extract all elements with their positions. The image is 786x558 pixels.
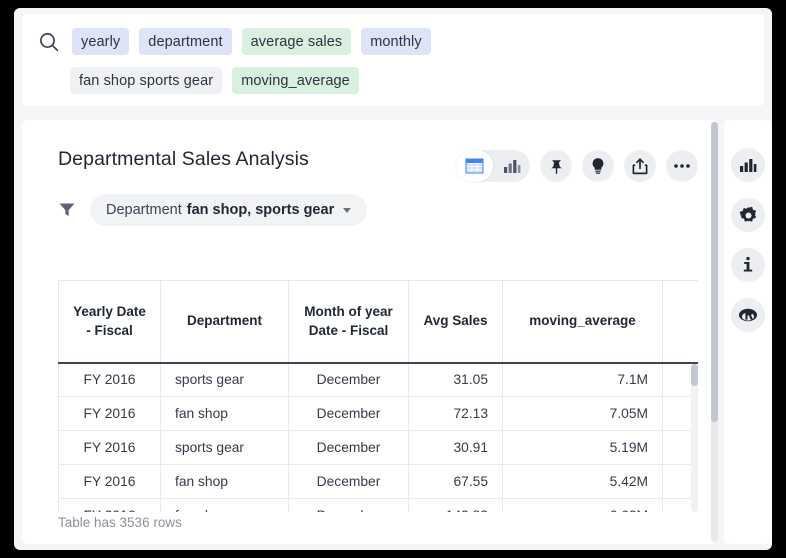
cell-month: December: [289, 363, 409, 397]
chevron-down-icon[interactable]: [343, 208, 351, 213]
filter-field-label: Department: [106, 202, 182, 218]
cell-department: fan shop: [161, 499, 289, 513]
column-header-department[interactable]: Department: [161, 281, 289, 363]
filter-pill-department[interactable]: Department fan shop, sports gear: [90, 194, 367, 226]
search-tag[interactable]: moving_average: [232, 67, 359, 94]
cell-moving-average: 7.1M: [503, 363, 663, 397]
search-tag-row-2: fan shop sports gear moving_average: [38, 67, 748, 94]
cell-moving-average: 5.42M: [503, 465, 663, 499]
cell-avg-sales: 143.83: [409, 499, 503, 513]
cell-month: December: [289, 465, 409, 499]
bar-chart-view-icon[interactable]: [493, 150, 530, 182]
column-header-avg-sales[interactable]: Avg Sales: [409, 281, 503, 363]
card-header: Departmental Sales Analysis: [22, 120, 716, 182]
card-toolbar: [456, 150, 698, 182]
filter-row: Department fan shop, sports gear: [22, 182, 716, 226]
page-scrollbar-thumb[interactable]: [711, 122, 718, 422]
cell-yearly-date: FY 2016: [59, 431, 161, 465]
gear-icon[interactable]: [731, 198, 765, 232]
table-row[interactable]: FY 2016 sports gear December 30.91 5.19M: [59, 431, 699, 465]
cell-month: December: [289, 397, 409, 431]
cell-moving-average: 7.05M: [503, 397, 663, 431]
share-icon[interactable]: [624, 150, 656, 182]
more-options-icon[interactable]: [666, 150, 698, 182]
column-header-month-of-year-date-fiscal[interactable]: Month of year Date - Fiscal: [289, 281, 409, 363]
app-screen: yearly department average sales monthly …: [14, 8, 772, 550]
cell-yearly-date: FY 2016: [59, 397, 161, 431]
column-header-blank[interactable]: [663, 281, 699, 363]
column-header-yearly-date-fiscal[interactable]: Yearly Date - Fiscal: [59, 281, 161, 363]
table-row[interactable]: FY 2016 sports gear December 31.05 7.1M: [59, 363, 699, 397]
view-toggle-group[interactable]: [456, 150, 530, 182]
table-row[interactable]: FY 2016 fan shop December 72.13 7.05M: [59, 397, 699, 431]
table-row-count: Table has 3536 rows: [58, 515, 182, 530]
search-tag[interactable]: average sales: [242, 28, 352, 55]
cell-moving-average: 6.62M: [503, 499, 663, 513]
column-header-moving-average[interactable]: moving_average: [503, 281, 663, 363]
cell-avg-sales: 67.55: [409, 465, 503, 499]
search-tag[interactable]: fan shop sports gear: [70, 67, 222, 94]
cell-avg-sales: 30.91: [409, 431, 503, 465]
search-icon[interactable]: [38, 31, 60, 53]
search-tag[interactable]: monthly: [361, 28, 430, 55]
table-view-icon[interactable]: [456, 150, 493, 182]
table-vertical-scrollbar[interactable]: [691, 364, 698, 512]
cell-avg-sales: 72.13: [409, 397, 503, 431]
filter-funnel-icon[interactable]: [58, 201, 76, 219]
cell-moving-average: 5.19M: [503, 431, 663, 465]
table-header-row: Yearly Date - Fiscal Department Month of…: [59, 281, 699, 363]
search-tag[interactable]: department: [139, 28, 231, 55]
table-row[interactable]: FY 2016 fan shop December 143.83 6.62M: [59, 499, 699, 513]
cell-department: fan shop: [161, 397, 289, 431]
pin-icon[interactable]: [540, 150, 572, 182]
data-table-wrapper[interactable]: Yearly Date - Fiscal Department Month of…: [58, 280, 698, 512]
data-table: Yearly Date - Fiscal Department Month of…: [58, 280, 698, 512]
cell-department: sports gear: [161, 363, 289, 397]
cell-department: fan shop: [161, 465, 289, 499]
r-logo-icon[interactable]: [731, 298, 765, 332]
cell-department: sports gear: [161, 431, 289, 465]
cell-yearly-date: FY 2016: [59, 499, 161, 513]
cell-month: December: [289, 499, 409, 513]
right-sidebar: [724, 120, 772, 544]
analysis-card: Departmental Sales Analysis: [22, 120, 716, 544]
bar-chart-icon[interactable]: [731, 148, 765, 182]
search-tag[interactable]: yearly: [72, 28, 129, 55]
lightbulb-icon[interactable]: [582, 150, 614, 182]
table-scrollbar-thumb[interactable]: [691, 364, 698, 386]
page-scrollbar[interactable]: [711, 122, 718, 542]
filter-value: fan shop, sports gear: [187, 202, 334, 218]
search-tag-row-1: yearly department average sales monthly: [38, 28, 748, 55]
cell-yearly-date: FY 2016: [59, 363, 161, 397]
search-bar[interactable]: yearly department average sales monthly …: [22, 14, 764, 106]
table-row[interactable]: FY 2016 fan shop December 67.55 5.42M: [59, 465, 699, 499]
cell-avg-sales: 31.05: [409, 363, 503, 397]
cell-month: December: [289, 431, 409, 465]
cell-yearly-date: FY 2016: [59, 465, 161, 499]
info-icon[interactable]: [731, 248, 765, 282]
